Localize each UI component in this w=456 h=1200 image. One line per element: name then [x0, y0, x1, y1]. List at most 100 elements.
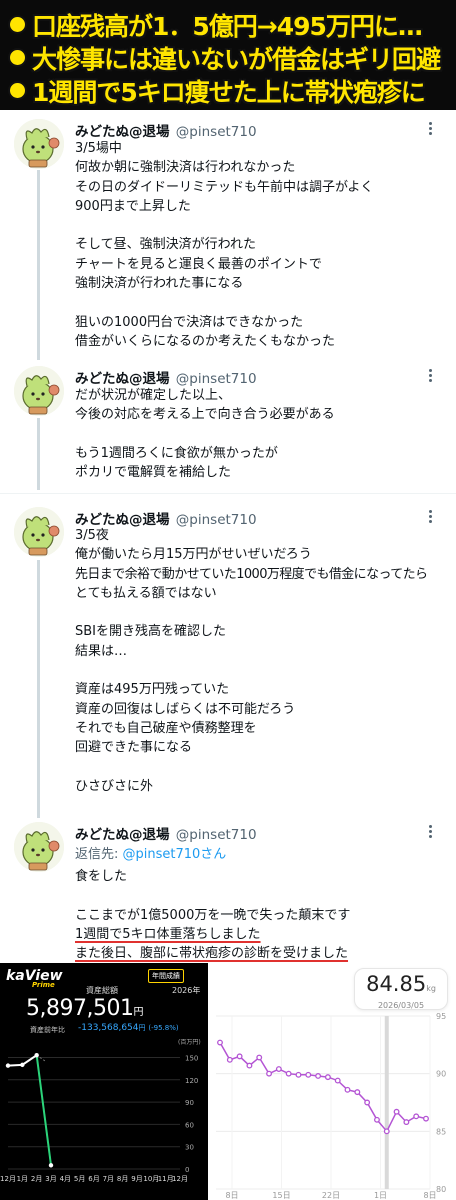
x-tick-label: 8日 [225, 1191, 238, 1200]
x-tick-label: 3月 [45, 1175, 56, 1183]
data-point [5, 1063, 11, 1068]
data-point [285, 1070, 292, 1077]
data-point [364, 1099, 371, 1106]
avatar[interactable] [14, 822, 64, 872]
underlined-tweet-line: また後日、腹部に帯状疱疹の診断を受けました [75, 946, 349, 962]
weight-readout: 84.85kg 2026/03/05 [354, 968, 448, 1010]
tweet-text: 返信先: @pinset710さん 食をした ここまでが1億5000万を一晩で失… [75, 845, 445, 964]
bullet-icon [10, 17, 25, 32]
tweet-line [75, 216, 445, 235]
data-point [393, 1108, 400, 1115]
tweet-line [75, 758, 445, 777]
data-point [295, 1071, 302, 1078]
tweet-text: 3/5場中 何故か朝に強制決済は行われなかった その日のダイドーリミテッドも午前… [75, 139, 445, 351]
y-tick-label: 60 [185, 1121, 194, 1129]
display-name[interactable]: みどたぬ@退場 [75, 371, 170, 387]
series-segment [21, 1054, 38, 1066]
reply-mention-link[interactable]: @pinset710さん [123, 847, 227, 862]
tweet-line [75, 425, 445, 444]
user-handle[interactable]: @pinset710 [176, 371, 257, 387]
tweet-line [75, 603, 445, 622]
data-point [423, 1115, 429, 1122]
tweet-line: とても払える額ではない [75, 585, 217, 601]
data-point [305, 1071, 312, 1078]
tweet-line: 借金がいくらになるのか考えたくもなかった [75, 333, 336, 349]
avatar[interactable] [14, 507, 64, 557]
x-tick-label: 6月 [88, 1175, 99, 1183]
more-options-icon[interactable] [422, 508, 438, 526]
banner-line: 1週間で5キロ痩せた上に帯状疱疹に [6, 74, 450, 107]
avatar[interactable] [14, 366, 64, 416]
thread-line [37, 170, 40, 360]
weight-unit: kg [426, 984, 436, 993]
x-tick-label: 1月 [17, 1175, 28, 1183]
x-tick-label: 12月 [0, 1175, 16, 1183]
tweet-line: 先日まで余裕で動かせていた1000万程度でも借金になってたら [75, 566, 428, 582]
x-tick-label: 15日 [272, 1191, 290, 1200]
bullet-icon [10, 50, 25, 65]
tweet-line: チャートを見ると運良く最善のポイントで [75, 256, 322, 272]
y-tick-label: 90 [185, 1099, 194, 1107]
x-tick-label: 1日 [374, 1191, 387, 1200]
y-tick-label: 150 [185, 1054, 198, 1062]
y-tick-label: 30 [185, 1144, 194, 1152]
x-tick-label: 4月 [60, 1175, 71, 1183]
tweet-line: 資産の回復はしばらくは不可能だろう [75, 701, 296, 717]
avatar[interactable] [14, 119, 64, 169]
display-name[interactable]: みどたぬ@退場 [75, 124, 170, 140]
data-point [383, 1128, 390, 1135]
y-tick-label: 120 [185, 1077, 198, 1085]
data-point [34, 1053, 39, 1058]
bullet-icon [10, 83, 25, 98]
headline-banner: 口座残高が1．5億円→495万円に… 大惨事には違いないが借金はギリ回避 1週間… [0, 0, 456, 110]
user-handle[interactable]: @pinset710 [176, 827, 257, 843]
tweet-line: 3/5夜 [75, 528, 109, 543]
tweet-line: 900円まで上昇した [75, 198, 191, 214]
data-point [217, 1039, 223, 1046]
weight-date: 2026/03/05 [377, 1001, 425, 1010]
tweet-line: 資産は495万円残っていた [75, 682, 230, 698]
weight-panel: 80 85 90 95 8日 15日 22日 1日 8日 84.85kg 2026/03/05 [208, 963, 456, 1200]
user-handle[interactable]: @pinset710 [176, 124, 257, 140]
x-tick-label: 7月 [103, 1175, 114, 1183]
tweet-line: ポカリで電解質を補給した [75, 465, 232, 481]
tweet-line: 今後の対応を考える上で向き合う必要がある [75, 407, 335, 423]
more-options-icon[interactable] [422, 367, 438, 385]
data-point [413, 1113, 420, 1120]
asset-chart: 0306090120150(百万円)12月 1月 2月 3月 4月 5月 6月 7月 8月 9月 1… [0, 1039, 201, 1183]
y-tick-label: 85 [436, 1127, 446, 1136]
display-name[interactable]: みどたぬ@退場 [75, 827, 170, 843]
data-point [275, 1066, 282, 1073]
thread-line [37, 560, 40, 818]
banner-line: 口座残高が1．5億円→495万円に… [6, 8, 450, 41]
tweet-line [75, 661, 445, 680]
tweet-line: それでも自己破産や債務整理を [75, 720, 257, 736]
data-point [334, 1077, 341, 1084]
more-options-icon[interactable] [422, 823, 438, 841]
x-tick-label: 12月 [172, 1175, 188, 1183]
data-point [48, 1163, 54, 1168]
data-point [256, 1054, 263, 1061]
x-tick-label: 8月 [117, 1175, 128, 1183]
tweet-line: 何故か朝に強制決済は行われなかった [75, 160, 296, 176]
x-tick-label: 9月 [131, 1175, 142, 1183]
tweet-line: そして昼、強制決済が行われた [75, 237, 256, 253]
tweet-header: みどたぬ@退場 @pinset710 [75, 367, 257, 387]
y-unit-label: (百万円) [178, 1039, 201, 1046]
more-options-icon[interactable] [422, 120, 438, 138]
x-tick-label: 5月 [74, 1175, 85, 1183]
data-point [403, 1119, 410, 1126]
y-tick-label: 80 [436, 1185, 446, 1194]
tweet-header: みどたぬ@退場 @pinset710 [75, 120, 257, 140]
tweet-line: SBIを開き残高を確認した [75, 624, 227, 640]
x-tick-label: 8日 [423, 1191, 436, 1200]
data-point [246, 1062, 253, 1069]
tweet-line: 3/5場中 [75, 141, 122, 156]
data-point [315, 1073, 322, 1079]
banner-line: 大惨事には違いないが借金はギリ回避 [6, 41, 450, 74]
tweet-line: その日のダイドーリミテッドも午前中は調子がよく [75, 179, 374, 195]
data-point [266, 1070, 272, 1077]
tweet-text: だが状況が確定した以上、 今後の対応を考える上で向き合う必要がある もう1週間ろ… [75, 386, 445, 482]
tweet-line: 食をした [75, 869, 128, 885]
tweet-header: みどたぬ@退場 @pinset710 [75, 823, 257, 843]
